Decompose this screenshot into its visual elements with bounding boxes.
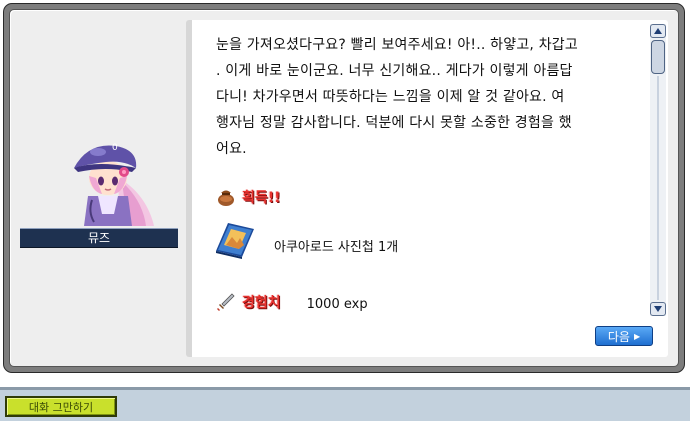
photo-album-icon	[216, 223, 254, 259]
dialog-line: 행자님 정말 감사합니다. 덕분에 다시 못할 소중한 경험을 했	[216, 115, 572, 131]
reward-item: 아쿠아로드 사진첩 1개	[212, 220, 398, 260]
reward-item-label: 아쿠아로드 사진첩 1개	[274, 239, 399, 255]
scroll-down-arrow-icon	[654, 306, 662, 312]
next-button-label: 다음	[607, 329, 630, 344]
dialog-line: 어요.	[216, 141, 247, 157]
game-screen: 0 뮤즈 눈을 가져오셨다구요? 빨리 보여주세요! 아!.. 하얗고, 차갑고…	[0, 0, 690, 421]
scroll-down-button[interactable]	[650, 302, 666, 316]
reward-header-label: 획득!!	[242, 190, 281, 206]
dialog-text-panel: 눈을 가져오셨다구요? 빨리 보여주세요! 아!.. 하얗고, 차갑고 . 이게…	[186, 20, 668, 357]
npc-portrait: 0	[74, 143, 154, 226]
scroll-up-arrow-icon	[654, 28, 662, 34]
bag-icon	[218, 190, 234, 206]
scroll-track	[657, 76, 659, 300]
reward-header: 획득!!	[216, 186, 281, 208]
dialog-line: 다니! 차가우면서 따뜻하다는 느낌을 이제 알 것 같아요. 여	[216, 89, 565, 105]
triangle-right-icon: ▶	[633, 331, 641, 341]
exp-label: 경험치	[242, 295, 281, 311]
scroll-thumb[interactable]	[651, 40, 665, 74]
sword-icon	[217, 293, 235, 311]
scroll-up-button[interactable]	[650, 24, 666, 38]
exp-value: 1000 exp	[306, 296, 368, 312]
dialog-line: 눈을 가져오셨다구요? 빨리 보여주세요! 아!.. 하얗고, 차갑고	[216, 37, 578, 53]
dialog-scrollbar[interactable]	[650, 24, 666, 316]
end-chat-button-label: 대화 그만하기	[28, 400, 94, 414]
npc-nameplate: 뮤즈	[20, 228, 178, 248]
dialog-bottom-bar: 대화 그만하기	[0, 387, 690, 421]
end-chat-button[interactable]: 대화 그만하기	[5, 396, 117, 417]
dialog-message: 눈을 가져오셨다구요? 빨리 보여주세요! 아!.. 하얗고, 차갑고 . 이게…	[216, 32, 636, 162]
next-button[interactable]: 다음 ▶	[595, 326, 653, 346]
dialog-line: . 이게 바로 눈이군요. 너무 신기해요.. 게다가 이렇게 아름답	[216, 63, 573, 79]
exp-reward: 경험치 1000 exp	[216, 290, 368, 314]
svg-text:0: 0	[112, 143, 118, 153]
